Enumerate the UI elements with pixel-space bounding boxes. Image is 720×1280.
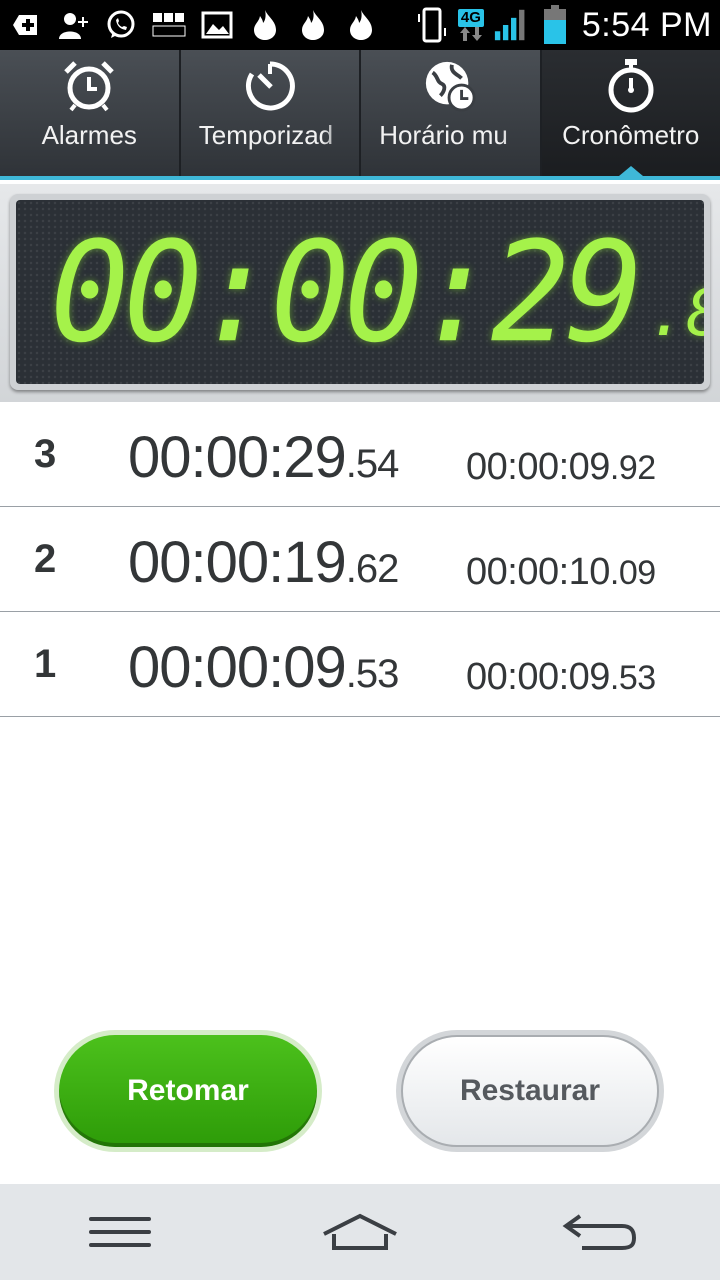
resume-button[interactable]: Retomar [54, 1030, 322, 1152]
clock-time: 5:54 PM [581, 5, 712, 44]
lap-total-time: 00:00:19.62 [128, 530, 399, 595]
elapsed-main: 00:00:29 [50, 212, 644, 374]
lap-row: 2 00:00:19.62 00:00:10.09 [0, 507, 720, 612]
lap-split-time: 00:00:10.09 [466, 551, 656, 593]
flame-icon [344, 8, 378, 42]
network-badge: 4G [457, 9, 484, 27]
tab-alarms[interactable]: Alarmes [0, 50, 181, 176]
alarm-clock-icon [62, 58, 116, 114]
signal-icon [494, 8, 528, 42]
tab-timer[interactable]: Temporizad [181, 50, 361, 176]
lap-list: 3 00:00:29.54 00:00:09.92 2 00:00:19.62 … [0, 402, 720, 717]
lcd-screen: 00:00:29 .85 [16, 200, 704, 384]
stopwatch-icon [604, 58, 658, 114]
lap-total-time: 00:00:09.53 [128, 635, 399, 700]
bbc-news-icon [152, 8, 186, 42]
lap-split-time: 00:00:09.92 [466, 446, 656, 488]
resume-button-label: Retomar [59, 1035, 317, 1147]
battery-icon [538, 5, 572, 44]
whatsapp-icon [104, 8, 138, 42]
lap-number: 1 [34, 641, 57, 686]
tab-stopwatch[interactable]: Cronômetro [541, 50, 720, 176]
data-arrows-icon [459, 27, 482, 41]
lap-row: 3 00:00:29.54 00:00:09.92 [0, 402, 720, 507]
notification-icons [8, 8, 378, 42]
tab-world-clock[interactable]: Horário mu [361, 50, 542, 176]
network-indicator: 4G [457, 9, 484, 41]
tab-label: Alarmes [41, 120, 137, 150]
medical-app-icon [8, 8, 42, 42]
tab-label: Horário mu [379, 120, 508, 150]
flame-icon [248, 8, 282, 42]
active-tab-indicator [618, 166, 643, 176]
lap-number: 3 [34, 431, 57, 476]
vibrate-icon [414, 7, 448, 43]
lap-split-time: 00:00:09.53 [466, 656, 656, 698]
lap-number: 2 [34, 536, 57, 581]
gallery-icon [200, 8, 234, 42]
lap-total-time: 00:00:29.54 [128, 425, 399, 490]
tab-bar: Alarmes Temporizad Horário mu Cronômetro [0, 50, 720, 180]
lap-row: 1 00:00:09.53 00:00:09.53 [0, 612, 720, 717]
tab-label: Temporizad [198, 120, 334, 150]
system-status: 4G 5:54 PM [414, 5, 712, 45]
elapsed-time: 00:00:29 .85 [50, 214, 704, 372]
reset-button[interactable]: Restaurar [396, 1030, 664, 1152]
status-bar: 4G 5:54 PM [0, 0, 720, 50]
menu-icon[interactable] [70, 1202, 170, 1262]
home-icon[interactable] [310, 1202, 410, 1262]
stopwatch-screen: 4G 5:54 PM Alarmes Temporizad Horário mu… [0, 0, 720, 1280]
reset-button-label: Restaurar [401, 1035, 659, 1147]
tab-label: Cronômetro [562, 120, 700, 150]
back-icon[interactable] [550, 1202, 650, 1262]
world-clock-icon [423, 58, 477, 114]
elapsed-fraction: .85 [647, 277, 704, 351]
timer-icon [243, 58, 297, 114]
navigation-bar [0, 1184, 720, 1280]
add-contact-icon [56, 8, 90, 42]
stopwatch-display: 00:00:29 .85 [10, 194, 710, 390]
flame-icon [296, 8, 330, 42]
